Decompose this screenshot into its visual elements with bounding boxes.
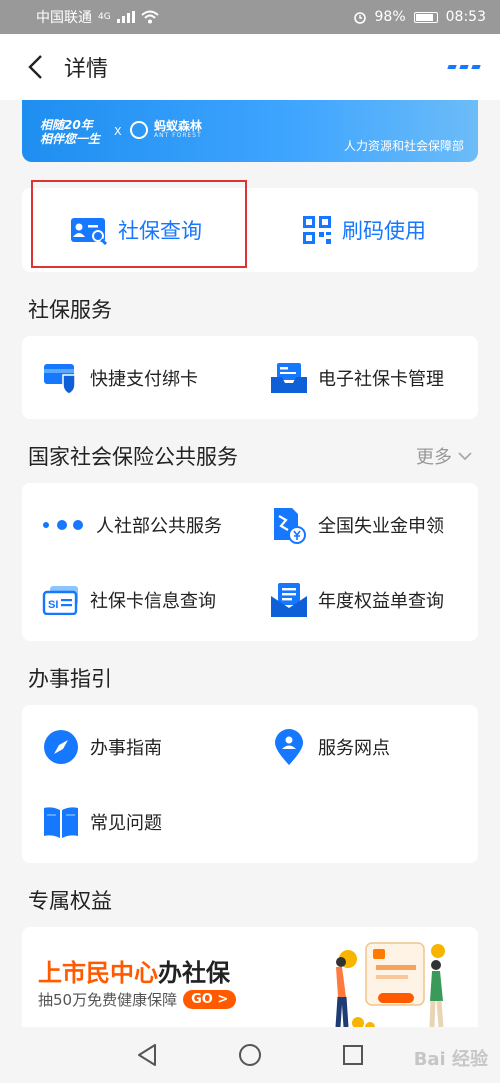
more-dot-icon xyxy=(471,65,481,69)
partner-sub: ANT FOREST xyxy=(154,132,202,139)
status-right: 98% 08:53 xyxy=(353,9,486,25)
ant-forest-logo-icon xyxy=(130,120,148,139)
carrier-name: 中国联通 xyxy=(36,10,92,26)
card-shield-icon xyxy=(42,359,80,397)
promo-subtitle: 抽50万免费健康保障 GO > xyxy=(38,989,237,1010)
card-tray-icon xyxy=(270,359,308,397)
promo-sub-text: 抽50万免费健康保障 xyxy=(38,991,178,1009)
alarm-icon xyxy=(353,12,366,24)
clock: 08:53 xyxy=(445,9,486,25)
more-link[interactable]: 更多 xyxy=(416,443,472,469)
chevron-left-icon xyxy=(28,55,42,79)
scan-code-use-button[interactable]: 刷码使用 xyxy=(250,188,478,272)
social-card-info-query-label: 社保卡信息查询 xyxy=(90,590,216,612)
quick-pay-bind-card-button[interactable]: 快捷支付绑卡 xyxy=(22,340,250,415)
promo-banner[interactable]: 上市民中心办社保 抽50万免费健康保障 GO > xyxy=(22,927,478,1037)
scan-code-use-label: 刷码使用 xyxy=(342,219,426,243)
recents-square-icon[interactable] xyxy=(342,1044,364,1066)
signal-icon xyxy=(116,11,135,23)
compass-icon xyxy=(42,728,80,766)
promo-title-highlight: 上市民中心 xyxy=(38,959,158,987)
service-guide-label: 办事指南 xyxy=(90,737,162,759)
unemployment-benefit-apply-button[interactable]: 全国失业金申领 xyxy=(250,487,478,562)
svg-text:SI: SI xyxy=(48,599,58,611)
social-security-query-button[interactable]: 社保查询 xyxy=(22,188,250,272)
social-security-grid: 快捷支付绑卡 电子社保卡管理 xyxy=(22,336,478,419)
document-yuan-icon xyxy=(270,506,308,544)
status-bar: 中国联通 4G 98% 08:53 xyxy=(0,0,500,34)
service-outlets-button[interactable]: 服务网点 xyxy=(250,709,478,784)
qr-code-icon xyxy=(303,216,331,244)
section-title-text: 办事指引 xyxy=(28,667,112,691)
battery-percent: 98% xyxy=(374,9,406,25)
back-button[interactable] xyxy=(20,52,50,82)
partner-name: 蚂蚁森林 xyxy=(154,119,203,133)
si-card-icon: SI xyxy=(42,581,80,619)
watermark-logo: Bai 经验 xyxy=(413,1049,488,1070)
social-card-info-query-button[interactable]: SI 社保卡信息查询 xyxy=(22,562,250,637)
banner-slogan-line2: 相伴您一生 xyxy=(40,132,101,146)
section-title-text: 国家社会保险公共服务 xyxy=(28,445,238,469)
banner-slogan-line1: 相随20年 xyxy=(40,118,93,132)
section-title-social-security: 社保服务 xyxy=(28,294,472,324)
promo-title-rest: 办社保 xyxy=(158,959,230,987)
quick-actions: 社保查询 刷码使用 xyxy=(22,180,478,272)
annual-rights-statement-query-label: 年度权益单查询 xyxy=(318,590,444,612)
nav-bar: 详情 xyxy=(0,34,500,100)
main-content: 相随20年 相伴您一生 X 蚂蚁森林 ANT FOREST 人力资源和社会保障部… xyxy=(0,100,500,1037)
e-social-card-manage-label: 电子社保卡管理 xyxy=(318,368,444,390)
section-title-benefits: 专属权益 xyxy=(28,885,472,915)
more-link-label: 更多 xyxy=(416,447,452,468)
more-dot-icon xyxy=(447,65,457,69)
system-nav-bar: Bai 经验 xyxy=(0,1027,500,1083)
mohrss-public-service-button[interactable]: 人社部公共服务 xyxy=(22,487,250,562)
promo-title: 上市民中心办社保 xyxy=(38,953,230,988)
promo-go-button[interactable]: GO > xyxy=(183,990,237,1009)
service-outlets-label: 服务网点 xyxy=(318,737,390,759)
faq-button[interactable]: 常见问题 xyxy=(22,784,250,859)
chevron-down-icon xyxy=(458,451,472,460)
wifi-icon xyxy=(141,10,159,24)
quick-pay-bind-card-label: 快捷支付绑卡 xyxy=(90,368,198,390)
faq-label: 常见问题 xyxy=(90,812,162,834)
national-service-grid: 人社部公共服务 全国失业金申领 SI 社保卡信息查询 年度权益单查询 xyxy=(22,483,478,641)
network-type: 4G xyxy=(98,12,111,22)
carrier-info: 中国联通 4G xyxy=(36,7,353,27)
guide-grid: 办事指南 服务网点 常见问题 xyxy=(22,705,478,863)
battery-icon xyxy=(413,11,438,23)
annual-rights-statement-query-button[interactable]: 年度权益单查询 xyxy=(250,562,478,637)
banner-times: X xyxy=(114,125,122,138)
ant-forest-banner[interactable]: 相随20年 相伴您一生 X 蚂蚁森林 ANT FOREST 人力资源和社会保障部 xyxy=(22,100,478,162)
service-guide-button[interactable]: 办事指南 xyxy=(22,709,250,784)
social-security-query-label: 社保查询 xyxy=(118,219,202,243)
more-menu-button[interactable] xyxy=(447,65,481,69)
location-pin-icon xyxy=(270,728,308,766)
id-card-search-icon xyxy=(71,218,108,245)
ant-forest-logo: 蚂蚁森林 ANT FOREST xyxy=(130,120,202,139)
page-title: 详情 xyxy=(64,57,109,82)
banner-dept: 人力资源和社会保障部 xyxy=(343,139,464,153)
section-title-text: 专属权益 xyxy=(28,889,112,913)
more-dot-icon xyxy=(459,65,469,69)
promo-illustration-icon xyxy=(335,942,445,1032)
section-title-guide: 办事指引 xyxy=(28,663,472,693)
section-title-national: 国家社会保险公共服务 更多 xyxy=(28,441,472,471)
mohrss-public-service-label: 人社部公共服务 xyxy=(96,515,222,537)
back-triangle-icon[interactable] xyxy=(136,1043,158,1067)
e-social-card-manage-button[interactable]: 电子社保卡管理 xyxy=(250,340,478,415)
banner-slogan: 相随20年 相伴您一生 xyxy=(40,118,100,146)
three-dots-icon xyxy=(42,506,86,544)
unemployment-benefit-apply-label: 全国失业金申领 xyxy=(318,515,444,537)
envelope-list-icon xyxy=(270,581,308,619)
home-circle-icon[interactable] xyxy=(238,1043,262,1067)
section-title-text: 社保服务 xyxy=(28,298,112,322)
book-icon xyxy=(42,803,80,841)
